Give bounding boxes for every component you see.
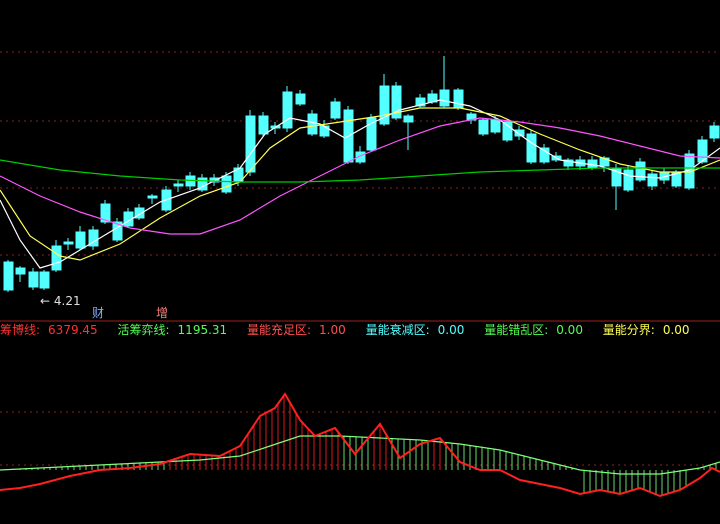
indicator-item-4: 量能错乱区: 0.00 (484, 323, 591, 337)
price-chart[interactable] (0, 0, 720, 524)
marker-zeng[interactable]: 增 (156, 306, 168, 320)
candle-body (403, 115, 414, 123)
candle-body (295, 93, 306, 105)
candle-body (453, 89, 464, 109)
indicator-value: 1.00 (319, 323, 346, 337)
indicator-label: 量能充足区: (247, 323, 312, 337)
candle-body (173, 183, 184, 187)
candle-body (478, 119, 489, 135)
candle-body (490, 119, 501, 133)
indicator-value: 6379.45 (48, 323, 98, 337)
candle-body (245, 115, 256, 173)
candle-body (221, 175, 232, 193)
low-price-label: ← 4.21 (40, 294, 81, 308)
marker-cai[interactable]: 财 (92, 306, 104, 320)
indicator-line-main (0, 392, 720, 498)
candle-body (147, 195, 158, 199)
candle-body (28, 271, 39, 288)
candle-body (514, 129, 525, 137)
candle-body (647, 173, 658, 187)
indicator-bar: 筹博线: 6379.45 活筹弈线: 1195.31 量能充足区: 1.00 量能衰减… (0, 320, 706, 340)
candle-body (282, 91, 293, 129)
candle-body (15, 267, 26, 275)
indicator-value: 0.00 (662, 323, 690, 337)
candle-body (51, 245, 62, 271)
indicator-label: 量能衰减区: (365, 323, 430, 337)
indicator-item-3: 量能衰减区: 0.00 (366, 323, 473, 337)
indicator-value: 1195.31 (177, 323, 228, 337)
indicator-value: 0.00 (437, 323, 465, 337)
indicator-item-1: 活筹弈线: 1195.31 (118, 323, 236, 337)
candle-body (526, 133, 537, 163)
indicator-label: 量能分界: (602, 323, 655, 337)
indicator-item-2: 量能充足区: 1.00 (247, 323, 354, 337)
candle-body (63, 241, 74, 245)
indicator-label: 活筹弈线: (117, 323, 170, 337)
candle-body (439, 89, 450, 107)
candle-body (75, 231, 86, 249)
indicator-line-sub (0, 435, 720, 475)
candle-body (709, 125, 720, 139)
indicator-value: 0.00 (556, 323, 583, 337)
candle-body (623, 169, 634, 191)
indicator-item-5: 量能分界: 0.00 (603, 323, 698, 337)
candle-body (307, 113, 318, 135)
candle-body (330, 101, 341, 119)
candle-body (258, 115, 269, 135)
indicator-label: 量能错乱区: (484, 323, 549, 337)
low-price-value: 4.21 (53, 294, 81, 308)
indicator-item-0: 筹博线: 6379.45 (0, 323, 106, 337)
candle-body (3, 261, 14, 291)
candle-body (502, 121, 513, 141)
candle-body (39, 271, 50, 289)
candle-body (319, 125, 330, 137)
indicator-label: 筹博线: (0, 323, 41, 337)
